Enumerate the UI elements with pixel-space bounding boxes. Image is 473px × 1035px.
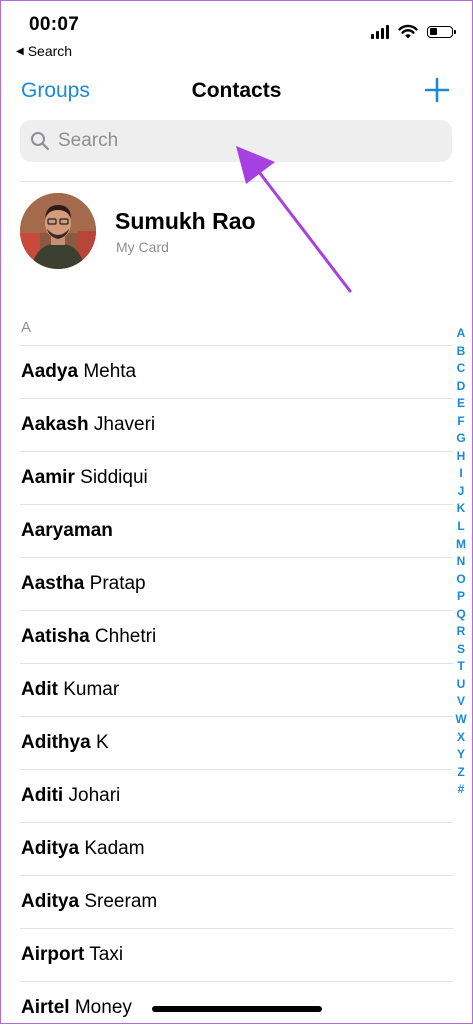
contact-name: Aditya Kadam <box>21 838 145 860</box>
index-letter[interactable]: E <box>457 395 465 413</box>
index-letter[interactable]: T <box>457 658 464 676</box>
index-letter[interactable]: # <box>458 781 465 799</box>
status-time: 00:07 <box>29 14 80 35</box>
contact-last-name: Kumar <box>63 679 120 700</box>
my-card-name[interactable]: Sumukh Rao <box>115 208 256 235</box>
contact-first-name: Aditi <box>21 785 64 806</box>
contact-name: Aastha Pratap <box>21 573 146 595</box>
index-letter[interactable]: P <box>457 588 465 606</box>
profile-photo <box>20 193 96 269</box>
index-letter[interactable]: H <box>457 448 466 466</box>
index-letter[interactable]: W <box>455 711 466 729</box>
contact-name: Aadya Mehta <box>21 361 136 383</box>
contact-last-name: Chhetri <box>94 626 157 647</box>
contact-last-name: Money <box>74 997 132 1018</box>
contact-row[interactable]: Aditi Johari <box>0 770 473 823</box>
battery-icon <box>427 25 456 38</box>
contact-row[interactable]: Aamir Siddiqui <box>0 452 473 505</box>
index-letter[interactable]: R <box>457 623 466 641</box>
index-letter[interactable]: Y <box>457 746 465 764</box>
index-letter[interactable]: V <box>457 693 465 711</box>
contact-row[interactable]: Airport Taxi <box>0 929 473 982</box>
contact-first-name: Aaryaman <box>21 520 113 541</box>
contact-row[interactable]: Aditya Kadam <box>0 823 473 876</box>
plus-icon[interactable] <box>423 76 451 104</box>
contact-last-name: Taxi <box>89 944 124 965</box>
back-to-app-link[interactable]: ◀ Search <box>16 43 72 59</box>
index-letter[interactable]: M <box>456 536 466 554</box>
contact-row[interactable]: Adit Kumar <box>0 664 473 717</box>
status-icons <box>371 24 456 39</box>
index-letter[interactable]: C <box>457 360 466 378</box>
contact-name: Aditya Sreeram <box>21 891 157 913</box>
contact-first-name: Airtel <box>21 997 70 1018</box>
contact-first-name: Aatisha <box>21 626 90 647</box>
back-app-label: Search <box>27 43 73 59</box>
contact-name: Airport Taxi <box>21 944 123 966</box>
contact-last-name: Pratap <box>89 573 146 594</box>
contact-first-name: Aakash <box>21 414 89 435</box>
index-letter[interactable]: K <box>457 500 466 518</box>
contact-first-name: Adit <box>21 679 58 700</box>
contact-row[interactable]: Aaryaman <box>0 505 473 558</box>
contact-name: Adit Kumar <box>21 679 119 701</box>
contact-list: Aadya Mehta Aakash Jhaveri Aamir Siddiqui A… <box>0 346 473 1035</box>
contact-first-name: Adithya <box>21 732 91 753</box>
index-letter[interactable]: L <box>457 518 464 536</box>
contact-first-name: Aastha <box>21 573 85 594</box>
contact-name: Aakash Jhaveri <box>21 414 155 436</box>
contact-row[interactable]: Aastha Pratap <box>0 558 473 611</box>
index-letter[interactable]: U <box>457 676 466 694</box>
index-letter[interactable]: S <box>457 641 465 659</box>
contact-first-name: Aditya <box>21 838 80 859</box>
contact-name: Aditi Johari <box>21 785 120 807</box>
contact-first-name: Aadya <box>21 361 79 382</box>
cellular-signal-icon <box>371 24 389 39</box>
index-letter[interactable]: B <box>457 343 466 361</box>
my-card-label: My Card <box>116 239 169 255</box>
contact-first-name: Aditya <box>21 891 80 912</box>
index-letter[interactable]: D <box>457 378 466 396</box>
index-letter[interactable]: A <box>457 325 466 343</box>
contact-first-name: Airport <box>21 944 85 965</box>
page-title: Contacts <box>191 79 282 102</box>
contact-row[interactable]: Aatisha Chhetri <box>0 611 473 664</box>
contact-name: Adithya K <box>21 732 109 754</box>
contact-row[interactable]: Aakash Jhaveri <box>0 399 473 452</box>
contact-last-name: Johari <box>68 785 121 806</box>
divider <box>20 181 453 182</box>
contact-last-name: Sreeram <box>84 891 158 912</box>
index-letter[interactable]: X <box>457 729 465 747</box>
search-placeholder: Search <box>58 130 119 151</box>
index-letter[interactable]: Z <box>457 764 464 782</box>
contact-name: Aamir Siddiqui <box>21 467 148 489</box>
home-indicator[interactable] <box>152 1006 322 1012</box>
index-letter[interactable]: O <box>456 571 465 589</box>
alphabet-index[interactable]: A B C D E F G H I J K L M N O P Q R S T U V W X Y Z # <box>454 325 468 799</box>
back-triangle-icon: ◀ <box>16 45 24 57</box>
contact-row[interactable]: Aadya Mehta <box>0 346 473 399</box>
index-letter[interactable]: N <box>457 553 466 571</box>
contact-name: Airtel Money <box>21 997 132 1019</box>
avatar[interactable] <box>20 193 96 269</box>
contact-first-name: Aamir <box>21 467 75 488</box>
contact-last-name: K <box>95 732 109 753</box>
index-letter[interactable]: F <box>457 413 464 431</box>
index-letter[interactable]: I <box>459 465 462 483</box>
contact-row[interactable]: Aditya Sreeram <box>0 876 473 929</box>
contact-last-name: Kadam <box>84 838 145 859</box>
contact-row[interactable]: Adithya K <box>0 717 473 770</box>
contact-name: Aaryaman <box>21 520 113 542</box>
index-letter[interactable]: Q <box>456 606 465 624</box>
section-header: A <box>21 319 32 336</box>
contact-last-name: Mehta <box>83 361 137 382</box>
contact-last-name: Siddiqui <box>80 467 148 488</box>
index-letter[interactable]: G <box>456 430 465 448</box>
index-letter[interactable]: J <box>458 483 465 501</box>
contact-last-name: Jhaveri <box>93 414 156 435</box>
search-input[interactable]: Search <box>20 120 452 162</box>
magnifier-icon <box>31 132 50 151</box>
contact-name: Aatisha Chhetri <box>21 626 156 648</box>
wifi-icon <box>398 24 418 39</box>
